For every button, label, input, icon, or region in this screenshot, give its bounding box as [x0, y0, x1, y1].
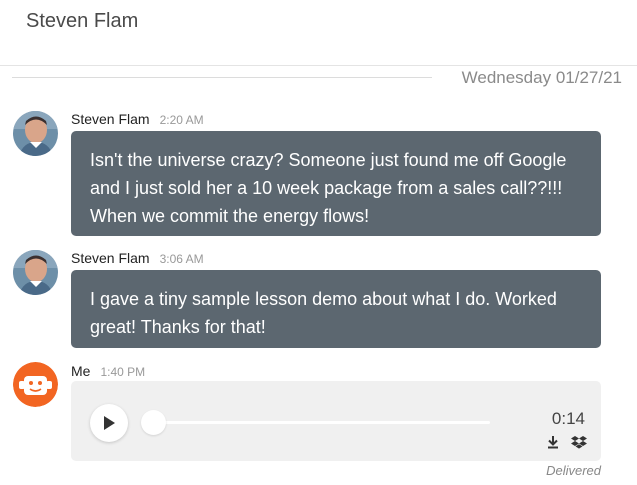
- audio-player: 0:14: [71, 381, 601, 461]
- sender-name: Steven Flam: [71, 250, 150, 266]
- avatar[interactable]: [13, 111, 58, 156]
- date-label: Wednesday 01/27/21: [461, 68, 622, 87]
- audio-seek-track[interactable]: [155, 421, 490, 424]
- chat-header: Steven Flam: [0, 0, 637, 66]
- message-bubble: Isn't the universe crazy? Someone just f…: [71, 131, 601, 236]
- message-header: Me 1:40 PM: [71, 363, 145, 379]
- play-button[interactable]: [90, 404, 128, 442]
- message-header: Steven Flam 3:06 AM: [71, 250, 204, 266]
- divider-line: [12, 77, 432, 78]
- avatar[interactable]: [13, 250, 58, 295]
- sender-name: Steven Flam: [71, 111, 150, 127]
- delivery-status: Delivered: [546, 463, 601, 478]
- message-time: 3:06 AM: [159, 252, 204, 266]
- sender-name: Me: [71, 363, 91, 379]
- chat-conversation: Steven Flam Wednesday 01/27/21 Steven Fl…: [0, 0, 637, 485]
- message-time: 1:40 PM: [100, 365, 146, 379]
- dropbox-icon[interactable]: [571, 435, 587, 454]
- contact-photo: [13, 111, 58, 156]
- message-time: 2:20 AM: [159, 113, 204, 127]
- message-bubble: I gave a tiny sample lesson demo about w…: [71, 270, 601, 348]
- my-avatar[interactable]: [13, 362, 58, 407]
- robot-avatar-icon: [13, 362, 58, 407]
- audio-seek-handle[interactable]: [141, 410, 166, 435]
- message-header: Steven Flam 2:20 AM: [71, 111, 204, 127]
- date-divider: Wednesday 01/27/21: [12, 67, 622, 91]
- audio-duration: 0:14: [551, 409, 585, 428]
- contact-photo: [13, 250, 58, 295]
- contact-name: Steven Flam: [26, 10, 139, 32]
- play-icon: [104, 416, 115, 430]
- download-icon[interactable]: [546, 435, 560, 454]
